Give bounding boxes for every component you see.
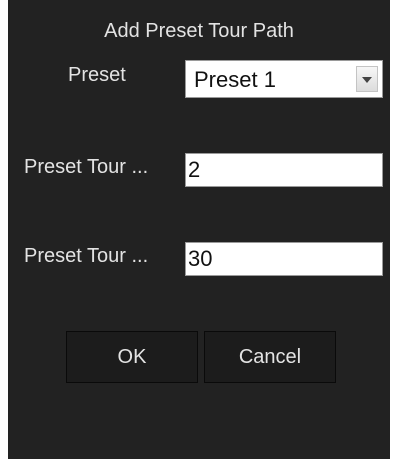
preset-tour-label-1: Preset Tour ... [24,156,149,178]
preset-tour-label-2: Preset Tour ... [24,245,149,267]
preset-select[interactable]: Preset 1 [185,60,383,98]
preset-select-value: Preset 1 [194,67,276,92]
preset-label: Preset [68,64,126,86]
ok-button[interactable]: OK [66,331,198,383]
preset-tour-input-1[interactable] [185,153,383,187]
dialog-title: Add Preset Tour Path [104,20,294,42]
preset-tour-input-2[interactable] [185,242,383,276]
cancel-button[interactable]: Cancel [204,331,336,383]
chevron-down-icon[interactable] [356,66,378,92]
add-preset-tour-path-dialog: Add Preset Tour Path Preset Preset 1 Pre… [8,0,390,459]
